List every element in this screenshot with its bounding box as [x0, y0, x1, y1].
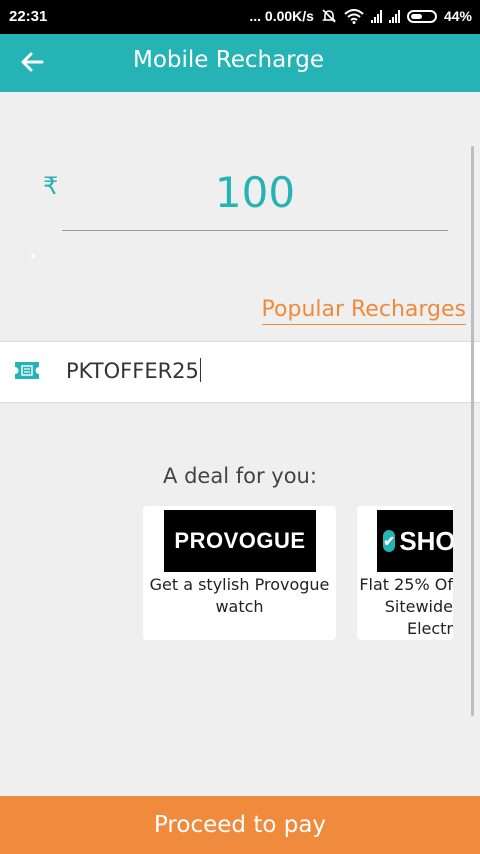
currency-symbol: ₹: [43, 172, 59, 200]
coupon-code-input[interactable]: PKTOFFER25: [66, 358, 201, 383]
wifi-icon: [344, 8, 364, 24]
signal-icon: [388, 9, 400, 23]
scrollbar[interactable]: [471, 146, 474, 716]
page-title: Mobile Recharge: [133, 47, 324, 73]
back-arrow-icon[interactable]: [18, 48, 46, 76]
indicator-dot: [31, 254, 35, 258]
check-badge-icon: ✔: [383, 530, 396, 552]
deal-description: Flat 25% Of Sitewide Electr: [357, 574, 453, 640]
shop-logo-text: SHOP: [399, 525, 453, 556]
notification-muted-icon: [322, 9, 336, 23]
popular-recharges-link[interactable]: Popular Recharges: [261, 296, 466, 325]
status-icons: ... 0.00K/s 44%: [249, 8, 472, 24]
app-bar: Mobile Recharge: [0, 34, 480, 92]
status-time: 22:31: [9, 8, 48, 25]
proceed-to-pay-button[interactable]: Proceed to pay: [0, 796, 480, 854]
amount-underline: [62, 230, 448, 231]
coupon-code-text: PKTOFFER25: [66, 359, 199, 383]
amount-input[interactable]: 100: [62, 168, 448, 217]
provogue-logo: PROVOGUE: [164, 510, 316, 572]
deal-description-line: Sitewide: [384, 597, 453, 616]
battery-icon: [406, 9, 437, 23]
battery-percent: 44%: [443, 8, 472, 24]
coupon-field[interactable]: PKTOFFER25: [0, 341, 480, 403]
text-caret: [199, 358, 201, 382]
shop-logo: ✔SHOP: [377, 510, 453, 572]
deal-description-line: Flat 25% Of: [359, 575, 453, 594]
status-bar: 22:31 ... 0.00K/s 44%: [0, 0, 480, 34]
ticket-icon: [15, 362, 39, 379]
deal-description-line: Electr: [406, 619, 453, 638]
network-speed: ... 0.00K/s: [249, 8, 314, 24]
deal-heading: A deal for you:: [163, 464, 317, 488]
signal-icon: [370, 9, 382, 23]
deal-card-shop[interactable]: ✔SHOP Flat 25% Of Sitewide Electr: [357, 506, 453, 640]
deal-description: Get a stylish Provogue watch: [149, 575, 330, 616]
deal-card-provogue[interactable]: PROVOGUE Get a stylish Provogue watch: [143, 506, 336, 640]
